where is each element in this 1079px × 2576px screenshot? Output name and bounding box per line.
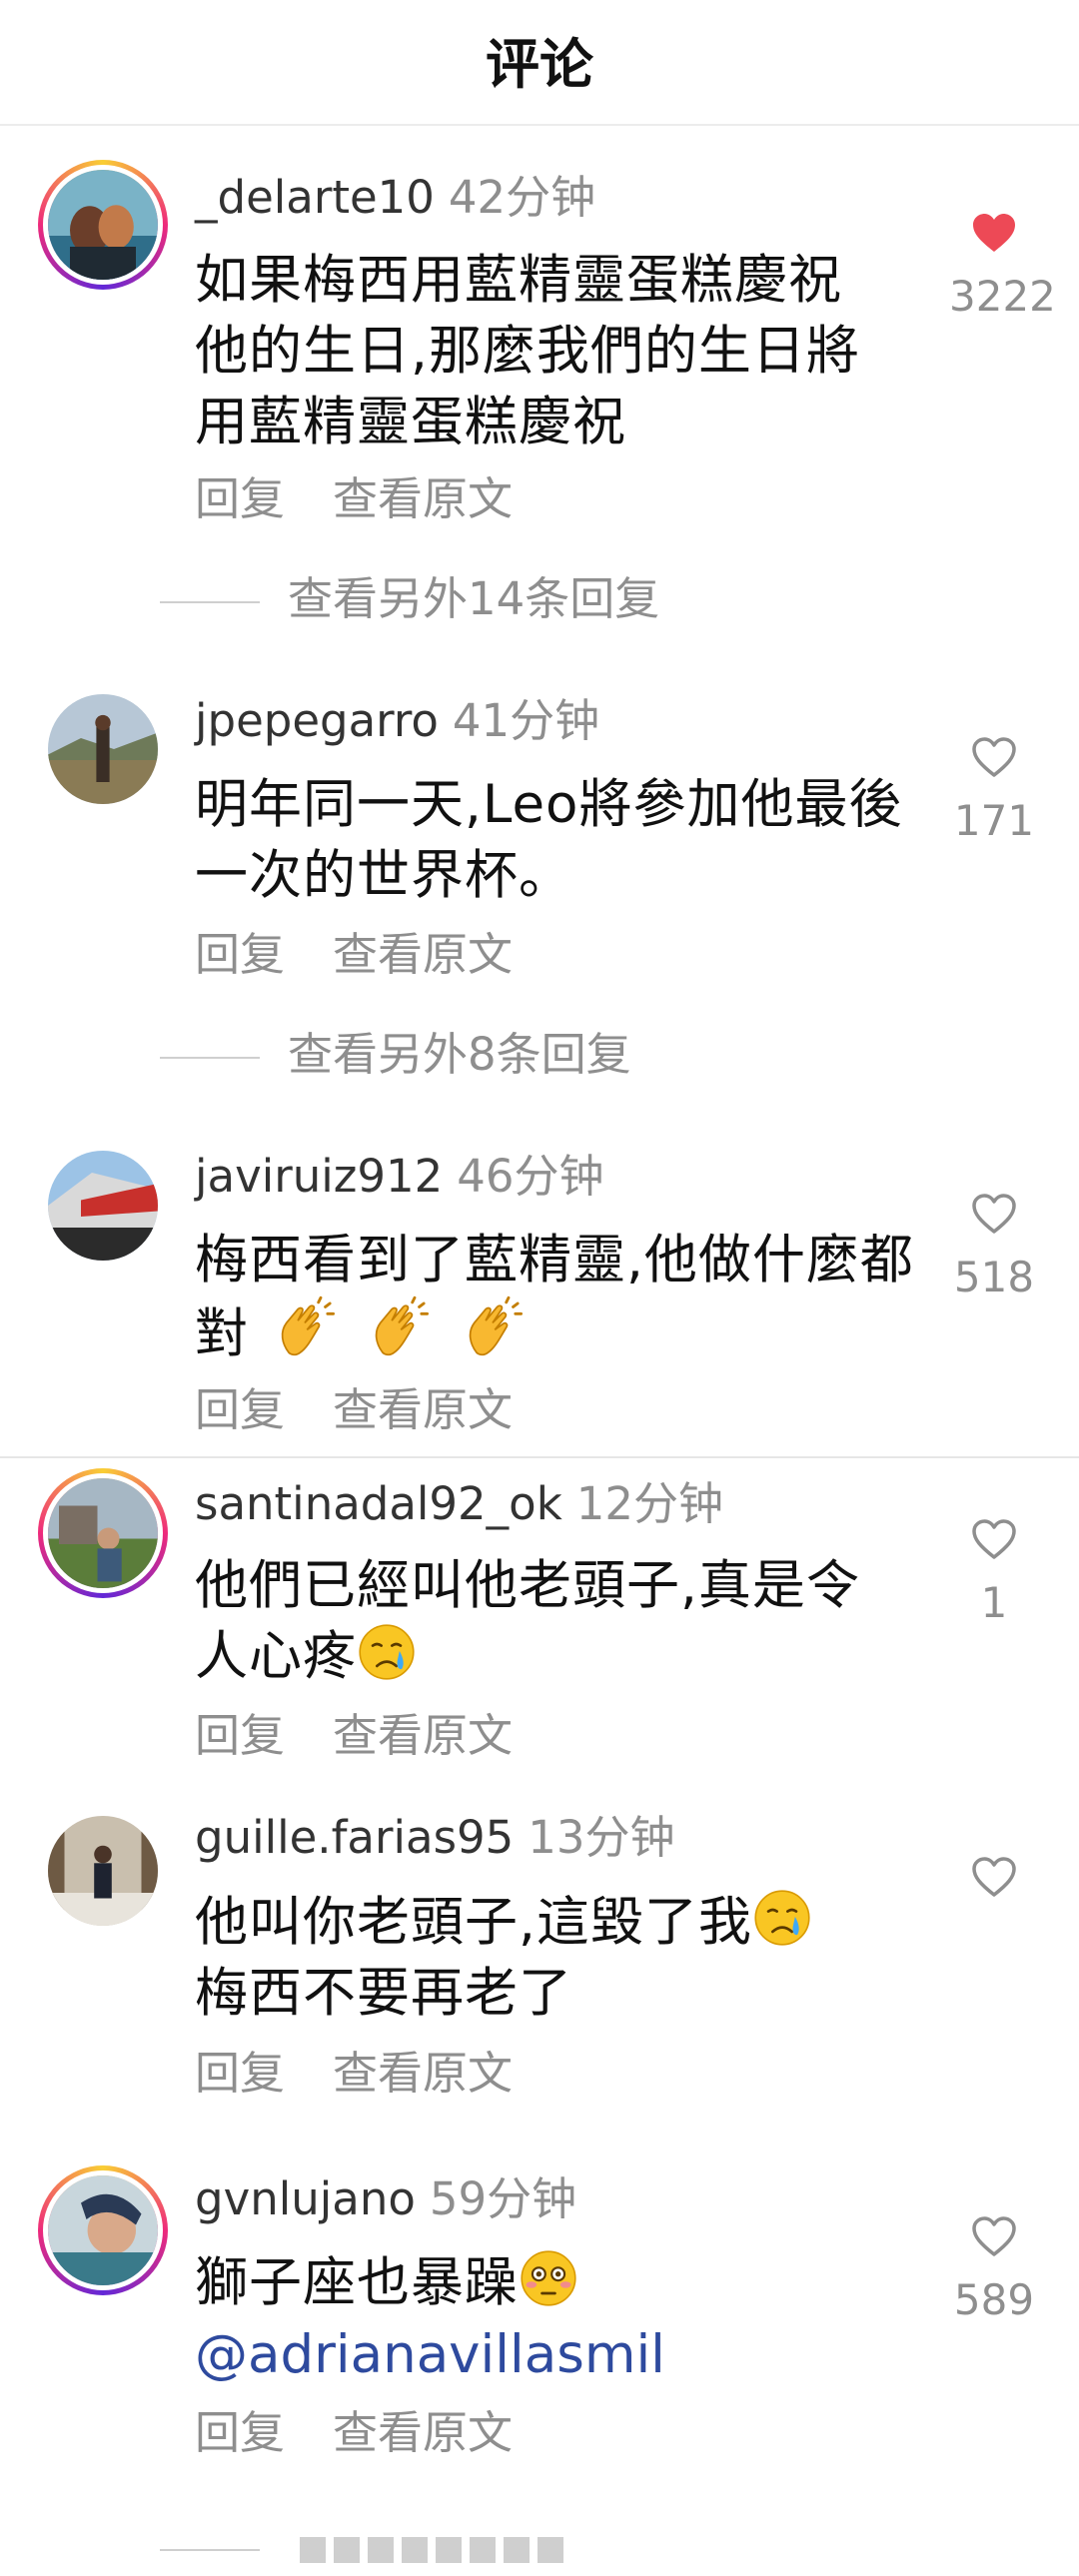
comment-actions: 回复 查看原文	[195, 2046, 560, 2102]
crying-face-emoji	[357, 1622, 417, 1682]
like-control[interactable]: 518	[949, 1191, 1039, 1302]
divider-line	[160, 1057, 260, 1059]
comment-actions: 回复 查看原文	[195, 1708, 560, 1764]
heart-outline-icon[interactable]	[970, 1516, 1018, 1564]
comment-actions: 回复 查看原文	[195, 471, 560, 527]
timestamp: 41分钟	[452, 694, 600, 747]
comment-text: 他叫你老頭子,這毀了我 梅西不要再老了	[195, 1887, 914, 2029]
avatar[interactable]	[38, 1468, 168, 1598]
view-original-button[interactable]: 查看原文	[333, 1709, 513, 1762]
view-original-button[interactable]: 查看原文	[333, 1383, 513, 1436]
view-more-replies[interactable]: 查看另外14条回复	[160, 571, 659, 627]
user-mention-link[interactable]: @adrianavillasmil	[195, 2319, 665, 2390]
divider-line	[160, 601, 260, 603]
reply-button[interactable]: 回复	[195, 2047, 285, 2100]
more-replies-label[interactable]: 查看另外14条回复	[288, 572, 659, 625]
reply-button[interactable]: 回复	[195, 1709, 285, 1762]
like-control[interactable]: 1	[949, 1516, 1039, 1628]
avatar[interactable]	[38, 160, 168, 290]
heart-outline-icon[interactable]	[970, 1191, 1018, 1239]
comment-text: 獅子座也暴躁	[195, 2247, 914, 2318]
more-replies-label[interactable]: 查看另外8条回复	[288, 1028, 631, 1081]
avatar[interactable]	[38, 2165, 168, 2295]
username[interactable]: guille.farias95	[195, 1811, 514, 1864]
page-title: 评论	[486, 33, 593, 96]
view-more-replies[interactable]	[160, 2537, 571, 2563]
comment-text: 梅西看到了藍精靈,他做什麼都對	[195, 1225, 914, 1369]
divider-line	[160, 2549, 260, 2551]
view-original-button[interactable]: 查看原文	[333, 2047, 513, 2100]
comment-text-line: 他叫你老頭子,這毀了我	[195, 1892, 752, 1953]
comment-text: 明年同一天,Leo將參加他最後一次的世界杯。	[195, 774, 903, 906]
heart-outline-icon[interactable]	[970, 734, 1018, 782]
username[interactable]: gvnlujano	[195, 2172, 416, 2225]
reply-button[interactable]: 回复	[195, 472, 285, 525]
reply-button[interactable]: 回复	[195, 1383, 285, 1436]
clapping-hands-emoji	[367, 1295, 431, 1359]
comment-text-line: 梅西不要再老了	[195, 1963, 572, 2024]
comment-meta: santinadal92_ok 12分钟	[195, 1476, 723, 1532]
timestamp: 13分钟	[528, 1811, 675, 1864]
comment-meta: guille.farias95 13分钟	[195, 1810, 675, 1866]
comment-actions: 回复 查看原文	[195, 927, 560, 983]
like-control[interactable]: 589	[949, 2213, 1039, 2325]
comment-text-body: 他們已經叫他老頭子,真是令人心疼	[195, 1555, 860, 1687]
comment-meta: _delarte10 42分钟	[195, 170, 595, 226]
view-more-replies[interactable]: 查看另外8条回复	[160, 1027, 631, 1083]
timestamp: 12分钟	[575, 1477, 724, 1530]
avatar[interactable]	[48, 1816, 158, 1926]
reply-button[interactable]: 回复	[195, 928, 285, 981]
comment-actions: 回复 查看原文	[195, 1382, 560, 1438]
comment-text: 如果梅西用藍精靈蛋糕慶祝他的生日,那麼我們的生日將用藍精靈蛋糕慶祝	[195, 250, 860, 452]
obscured-text	[470, 2537, 496, 2563]
comment-meta: gvnlujano 59分钟	[195, 2171, 576, 2227]
view-original-button[interactable]: 查看原文	[333, 928, 513, 981]
obscured-text	[334, 2537, 360, 2563]
like-count: 171	[953, 796, 1035, 845]
reply-button[interactable]: 回复	[195, 2406, 285, 2459]
avatar[interactable]	[48, 694, 158, 804]
timestamp: 42分钟	[448, 171, 596, 224]
header: 评论	[0, 0, 1079, 126]
obscured-text	[402, 2537, 428, 2563]
comment-actions: 回复 查看原文	[195, 2405, 560, 2461]
obscured-text	[436, 2537, 462, 2563]
timestamp: 46分钟	[457, 1150, 604, 1203]
comment-text-body: 獅子座也暴躁	[195, 2252, 519, 2313]
like-control[interactable]: 3222	[949, 210, 1056, 322]
obscured-text	[504, 2537, 530, 2563]
like-control[interactable]	[949, 1854, 1039, 1916]
section-divider	[0, 1456, 1079, 1458]
username[interactable]: javiruiz912	[195, 1150, 443, 1203]
username[interactable]: santinadal92_ok	[195, 1477, 562, 1530]
like-count: 589	[953, 2275, 1035, 2324]
view-original-button[interactable]: 查看原文	[333, 472, 513, 525]
heart-filled-icon[interactable]	[970, 210, 1018, 258]
comment-meta: javiruiz912 46分钟	[195, 1149, 604, 1205]
avatar[interactable]	[48, 1151, 158, 1261]
heart-outline-icon[interactable]	[970, 1854, 1018, 1902]
like-count: 1	[980, 1578, 1008, 1627]
view-original-button[interactable]: 查看原文	[333, 2406, 513, 2459]
heart-outline-icon[interactable]	[970, 2213, 1018, 2261]
username[interactable]: jpepegarro	[195, 694, 439, 747]
comment-meta: jpepegarro 41分钟	[195, 693, 599, 749]
obscured-text	[538, 2537, 563, 2563]
obscured-text	[300, 2537, 326, 2563]
like-count: 518	[953, 1253, 1035, 1301]
clapping-hands-emoji	[461, 1295, 525, 1359]
timestamp: 59分钟	[429, 2172, 577, 2225]
username[interactable]: _delarte10	[195, 171, 435, 224]
comment-text: 他們已經叫他老頭子,真是令人心疼	[195, 1550, 894, 1692]
like-control[interactable]: 171	[949, 734, 1039, 846]
like-count: 3222	[949, 272, 1056, 321]
flushed-face-emoji	[519, 2248, 578, 2308]
crying-face-emoji	[752, 1888, 812, 1948]
clapping-hands-emoji	[273, 1295, 337, 1359]
obscured-text	[368, 2537, 394, 2563]
